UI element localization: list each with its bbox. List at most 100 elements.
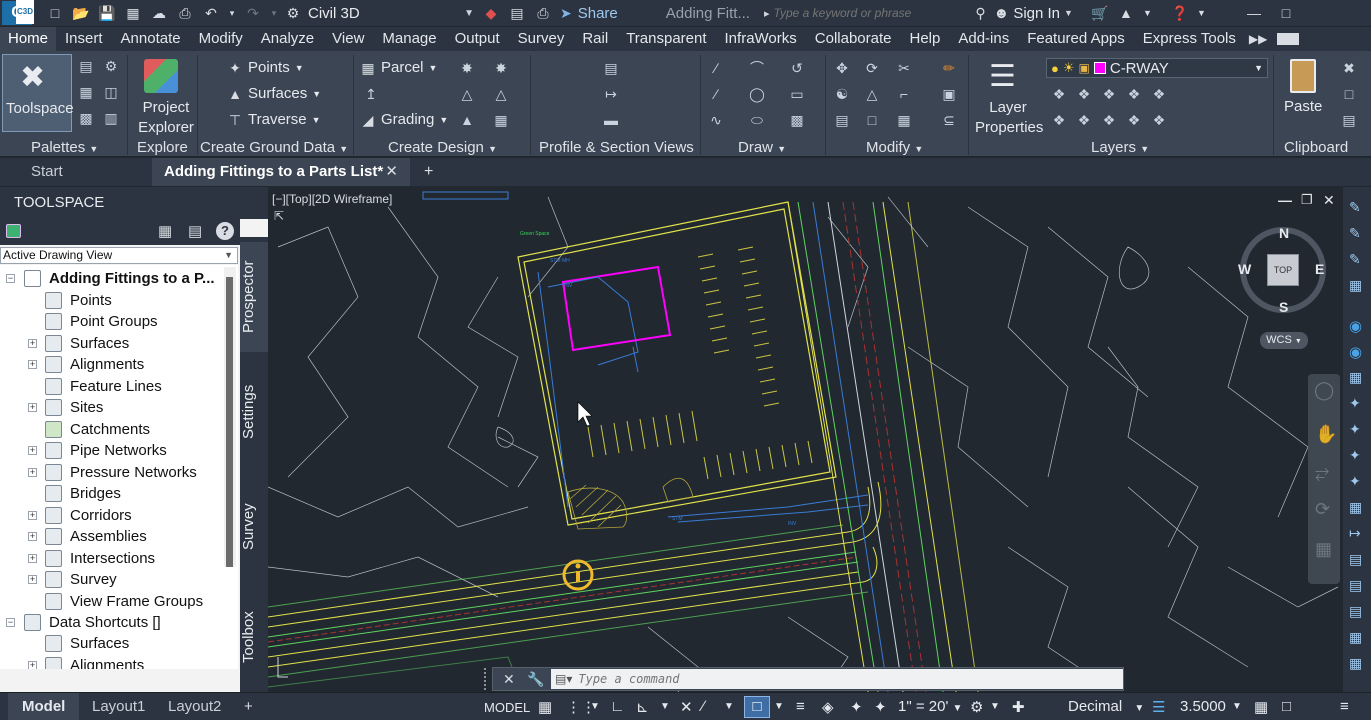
chevron-down-icon[interactable]: ▼ <box>590 701 600 712</box>
tab-manage[interactable]: Manage <box>373 27 445 51</box>
layer-dropdown[interactable]: ● ☀ ▣ C-RWAY ▼ <box>1046 58 1268 78</box>
collapse-toggle[interactable]: − <box>6 618 15 627</box>
annotation-visibility-icon[interactable]: ✦ <box>850 698 863 716</box>
tab-insert[interactable]: Insert <box>56 27 112 51</box>
chevron-down-icon[interactable]: ▼ <box>1232 701 1242 712</box>
traverse-menu[interactable]: ⊤ Traverse ▼ <box>227 111 321 128</box>
cut-icon[interactable]: ✖ <box>1340 59 1358 77</box>
toolspace-button[interactable]: ✖ Toolspace <box>2 54 74 132</box>
profile-view-icon[interactable]: ▤ <box>602 59 620 77</box>
undo-icon[interactable]: ↶ <box>202 4 220 22</box>
maximize-icon[interactable]: □ <box>1277 4 1295 22</box>
ribbon-minimize-icon[interactable] <box>1277 33 1300 45</box>
layer-tool-icon[interactable]: ❖ <box>1050 111 1068 129</box>
tab-collaborate[interactable]: Collaborate <box>806 27 901 51</box>
compass-north[interactable]: N <box>1279 225 1289 241</box>
feature-line-icon[interactable]: ✸ <box>458 59 476 77</box>
toolbox-icon[interactable]: ◫ <box>102 83 120 101</box>
tab-home[interactable]: Home <box>0 27 57 51</box>
annotation-monitor-icon[interactable]: ✚ <box>1012 698 1025 716</box>
tree-ds-surfaces[interactable]: Surfaces <box>45 635 129 652</box>
tree-item-alignments[interactable]: Alignments <box>45 356 144 373</box>
tool-icon[interactable]: ✎ <box>1349 199 1361 216</box>
app-menu-button[interactable]: C C3D <box>2 0 35 25</box>
search-expand-icon[interactable]: ▸ <box>764 7 770 20</box>
chevron-down-icon[interactable]: ▼ <box>724 701 734 712</box>
tree-item-bridges[interactable]: Bridges <box>45 485 121 502</box>
cloud-open-icon[interactable]: ☁ <box>150 4 168 22</box>
chevron-down-icon[interactable]: ▼ <box>660 701 670 712</box>
mirror-icon[interactable]: △ <box>863 85 881 103</box>
clean-screen-icon[interactable]: □ <box>1282 698 1291 715</box>
tree-item-intersections[interactable]: Intersections <box>45 550 155 567</box>
drawing-canvas[interactable]: STM MH INV STM INV Green Space <box>268 187 1343 692</box>
explode-icon[interactable]: ▣ <box>940 85 958 103</box>
chevron-down-icon[interactable]: ▼ <box>1143 4 1152 22</box>
help-icon[interactable]: ? <box>216 222 234 240</box>
globe-icon[interactable]: ◉ <box>1349 343 1362 361</box>
expand-toggle[interactable]: + <box>28 403 37 412</box>
tab-modify[interactable]: Modify <box>190 27 252 51</box>
sample-lines-icon[interactable]: ↦ <box>602 85 620 103</box>
paste-button[interactable]: Paste <box>1280 56 1326 134</box>
scrollbar-thumb[interactable] <box>226 277 233 567</box>
viewcube-top-face[interactable]: TOP <box>1267 254 1299 286</box>
isodraft-icon[interactable]: ✕ <box>680 698 693 716</box>
units-dropdown[interactable]: Decimal ▼ <box>1068 698 1144 715</box>
tree-item-surfaces[interactable]: Surfaces <box>45 335 129 352</box>
scale-icon[interactable]: □ <box>863 111 881 129</box>
save-icon[interactable]: 💾 <box>98 4 116 22</box>
tab-survey-vtab[interactable]: Survey <box>240 472 268 582</box>
print-icon[interactable]: ⎙ <box>176 4 194 22</box>
erase-icon[interactable]: ✏ <box>940 59 958 77</box>
tree-item-corridors[interactable]: Corridors <box>45 507 132 524</box>
open-file-icon[interactable]: 📂 <box>72 4 90 22</box>
help-icon[interactable]: ❓ <box>1171 4 1189 22</box>
spline-icon[interactable]: ∿ <box>707 111 725 129</box>
tool-icon[interactable]: ▦ <box>1349 369 1362 386</box>
viewport-restore-icon[interactable]: ❐ <box>1301 192 1313 208</box>
pan-icon[interactable]: ✋ <box>1315 424 1337 445</box>
viewport-controls-label[interactable]: [−][Top][2D Wireframe] <box>272 192 392 206</box>
ortho-icon[interactable]: ∟ <box>610 698 625 715</box>
tree-data-shortcuts[interactable]: Data Shortcuts [] <box>24 614 161 631</box>
hardware-acceleration-icon[interactable]: ▦ <box>1254 698 1268 716</box>
tab-help[interactable]: Help <box>900 27 949 51</box>
object-snap-toggle[interactable]: □ <box>744 696 770 718</box>
layer-tool-icon[interactable]: ❖ <box>1150 111 1168 129</box>
viewcube[interactable]: N S W E TOP <box>1238 225 1326 315</box>
tree-ds-alignments[interactable]: Alignments <box>45 657 144 669</box>
tab-infraworks[interactable]: InfraWorks <box>716 27 806 51</box>
tab-express-tools[interactable]: Express Tools <box>1134 27 1245 51</box>
rotate-icon[interactable]: ⟳ <box>863 59 881 77</box>
share-button[interactable]: ➤ Share <box>560 5 618 22</box>
expand-toggle[interactable]: + <box>28 532 37 541</box>
line-icon[interactable]: ∕ <box>707 59 725 77</box>
tree-item-pipe-networks[interactable]: Pipe Networks <box>45 442 167 459</box>
tool-icon[interactable]: ✎ <box>1349 225 1361 242</box>
tool-icon[interactable]: ▦ <box>1349 277 1362 294</box>
sheet-set-icon[interactable]: ▥ <box>102 109 120 127</box>
tool-icon[interactable]: ✦ <box>1349 395 1361 412</box>
tree-item-assemblies[interactable]: Assemblies <box>45 528 147 545</box>
steering-wheel-icon[interactable]: ◯ <box>1314 380 1334 401</box>
array-icon[interactable]: ▦ <box>895 111 913 129</box>
design-center-icon[interactable]: ▦ <box>77 83 95 101</box>
match-properties-icon[interactable]: ▤ <box>1340 111 1358 129</box>
plot-icon[interactable]: ⎙ <box>534 4 552 22</box>
copy-clip-icon[interactable]: □ <box>1340 85 1358 103</box>
chevron-down-icon[interactable]: ▼ <box>1197 4 1206 22</box>
palettes-panel-label[interactable]: Palettes ▼ <box>31 139 98 156</box>
wcs-menu[interactable]: WCS ▼ <box>1260 332 1308 349</box>
tool-icon[interactable]: ✦ <box>1349 421 1361 438</box>
autoscale-icon[interactable]: ✦ <box>874 698 887 716</box>
circle-icon[interactable]: ◯ <box>748 85 766 103</box>
tree-item-point-groups[interactable]: Point Groups <box>45 313 158 330</box>
arc-icon[interactable]: ⌒ <box>748 59 766 77</box>
fillet-icon[interactable]: ⌐ <box>895 85 913 103</box>
showmotion-icon[interactable]: ▦ <box>1315 539 1332 560</box>
copy-icon[interactable]: ☯ <box>833 85 851 103</box>
item-view-icon[interactable]: ▦ <box>158 222 172 240</box>
move-icon[interactable]: ✥ <box>833 59 851 77</box>
corridor-icon[interactable]: △ <box>458 85 476 103</box>
